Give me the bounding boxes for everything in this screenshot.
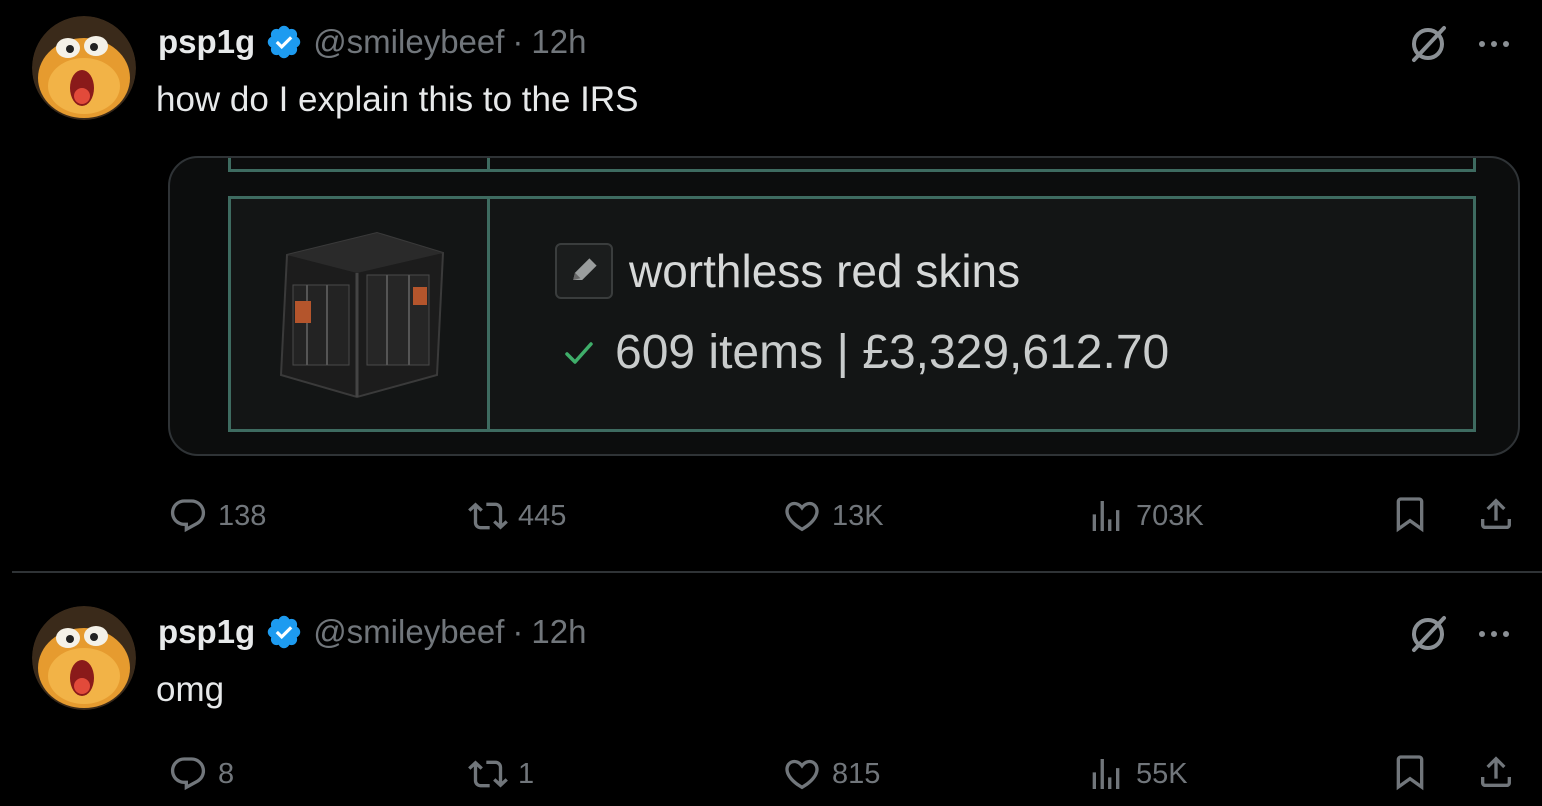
author-handle[interactable]: @smileybeef xyxy=(313,22,504,62)
like-icon xyxy=(785,759,819,790)
reply-icon xyxy=(170,757,206,791)
repost-icon xyxy=(468,760,508,788)
inventory-name: worthless red skins xyxy=(629,245,1021,297)
inventory-panel: worthless red skins 609 items | £3,329,6… xyxy=(228,196,1476,432)
tweet-top-actions xyxy=(1406,612,1516,656)
avatar[interactable] xyxy=(32,16,136,120)
verified-badge-icon xyxy=(265,23,303,61)
views-icon xyxy=(1092,501,1120,531)
check-icon xyxy=(561,335,597,371)
like-button[interactable]: 13K xyxy=(782,494,884,538)
like-button[interactable]: 815 xyxy=(782,752,880,796)
repost-button[interactable]: 445 xyxy=(468,494,566,538)
author-name[interactable]: psp1g xyxy=(158,612,255,652)
reply-icon xyxy=(170,499,206,533)
inventory-name-row: worthless red skins xyxy=(555,243,1020,299)
inventory-divider xyxy=(487,199,490,429)
reply-button[interactable]: 8 xyxy=(168,752,234,796)
views-button[interactable]: 703K xyxy=(1086,494,1204,538)
bookmark-icon[interactable] xyxy=(1390,494,1430,538)
tweet-text: how do I explain this to the IRS xyxy=(156,80,639,119)
tweet-header: psp1g @smileybeef · 12h xyxy=(158,22,586,62)
inventory-row-partial xyxy=(228,158,1476,172)
timestamp[interactable]: 12h xyxy=(531,22,586,62)
author-handle[interactable]: @smileybeef xyxy=(313,612,504,652)
reply-count: 138 xyxy=(218,499,267,532)
separator-dot: · xyxy=(512,613,524,650)
reply-button[interactable]: 138 xyxy=(168,494,266,538)
grok-icon[interactable] xyxy=(1406,22,1450,66)
like-count: 13K xyxy=(832,499,884,532)
storage-unit-image xyxy=(267,225,453,401)
tweet-top-actions xyxy=(1406,22,1516,66)
tweet-actions: 8 1 815 55K xyxy=(168,752,1516,796)
inventory-stats: 609 items | £3,329,612.70 xyxy=(615,326,1170,379)
more-icon[interactable] xyxy=(1472,22,1516,66)
views-button[interactable]: 55K xyxy=(1086,752,1188,796)
tweet-text: omg xyxy=(156,670,225,709)
pencil-icon[interactable] xyxy=(555,243,613,299)
tweet-media[interactable]: worthless red skins 609 items | £3,329,6… xyxy=(168,156,1520,456)
views-icon xyxy=(1092,759,1120,789)
like-count: 815 xyxy=(832,757,881,790)
tweet-header: psp1g @smileybeef · 12h xyxy=(158,612,586,652)
bookmark-icon[interactable] xyxy=(1390,752,1430,796)
grok-icon[interactable] xyxy=(1406,612,1450,656)
tweet-divider xyxy=(12,571,1542,573)
reply-count: 8 xyxy=(218,757,235,790)
more-icon[interactable] xyxy=(1472,612,1516,656)
author-name[interactable]: psp1g xyxy=(158,22,255,62)
share-icon[interactable] xyxy=(1476,494,1516,538)
separator-dot: · xyxy=(512,23,524,60)
tweet-actions: 138 445 13K 703K xyxy=(168,494,1516,538)
views-count: 55K xyxy=(1136,757,1188,790)
share-icon[interactable] xyxy=(1476,752,1516,796)
inventory-stats-row: 609 items | £3,329,612.70 xyxy=(561,323,1169,383)
like-icon xyxy=(785,501,819,532)
avatar[interactable] xyxy=(32,606,136,710)
repost-count: 1 xyxy=(518,757,535,790)
verified-badge-icon xyxy=(265,613,303,651)
repost-count: 445 xyxy=(518,499,567,532)
repost-icon xyxy=(468,502,508,530)
timestamp[interactable]: 12h xyxy=(531,612,586,652)
repost-button[interactable]: 1 xyxy=(468,752,534,796)
views-count: 703K xyxy=(1136,499,1204,532)
